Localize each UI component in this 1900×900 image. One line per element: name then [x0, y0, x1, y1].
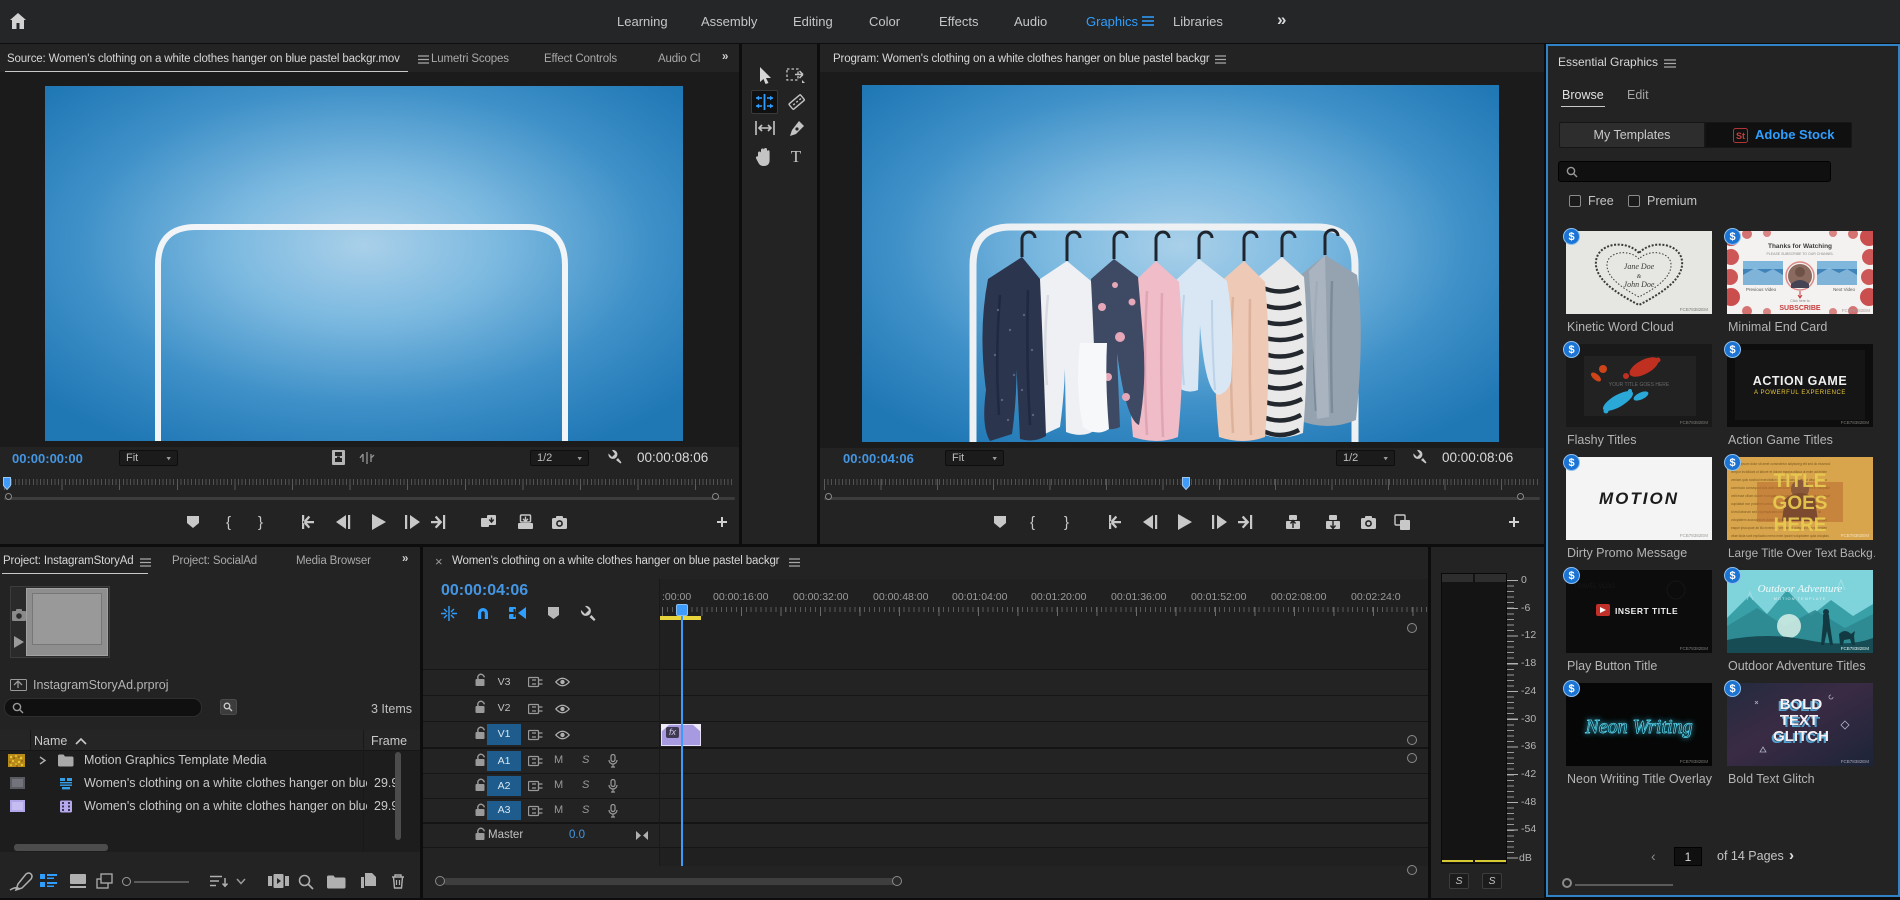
svg-text:}: } — [258, 514, 263, 531]
svg-text:TITLE: TITLE — [1774, 471, 1827, 492]
svg-text:GOES: GOES — [1773, 493, 1828, 514]
svg-text:GLITCH: GLITCH — [1773, 728, 1829, 745]
svg-text:{: { — [1030, 514, 1035, 531]
svg-text:Thanks for Watching: Thanks for Watching — [1768, 243, 1832, 250]
svg-text:}: } — [1064, 514, 1069, 531]
svg-text:FCB78382EM: FCB78382EM — [1680, 759, 1709, 764]
svg-text:FCB78382EM: FCB78382EM — [1841, 759, 1870, 764]
svg-text:FCB78382EM: FCB78382EM — [1680, 307, 1709, 312]
svg-text:Next Video: Next Video — [1833, 287, 1855, 292]
svg-text:SUBSCRIBE: SUBSCRIBE — [1779, 305, 1821, 312]
svg-text:FCB78382EM: FCB78382EM — [1841, 420, 1870, 425]
svg-text:BOLD: BOLD — [1780, 696, 1823, 713]
svg-text:Neon Writing: Neon Writing — [1584, 716, 1692, 738]
svg-text:MOTION TEMPLATE: MOTION TEMPLATE — [1774, 596, 1827, 601]
svg-text:St: St — [1736, 131, 1745, 141]
svg-text:Outdoor Adventure: Outdoor Adventure — [1758, 583, 1843, 595]
svg-text:FCB78382EM: FCB78382EM — [1841, 646, 1870, 651]
svg-text:FCB78382EM: FCB78382EM — [1680, 420, 1709, 425]
svg-text:Previous Video: Previous Video — [1746, 287, 1777, 292]
svg-text:John Doe: John Doe — [1624, 280, 1655, 289]
svg-text:FCB78382EM: FCB78382EM — [1842, 308, 1871, 313]
svg-text:HERE: HERE — [1774, 515, 1827, 536]
svg-text:Lorem ipsum dolor sit amet con: Lorem ipsum dolor sit amet consectetur a… — [1731, 462, 1830, 466]
svg-text:YOUR TITLE GOES HERE: YOUR TITLE GOES HERE — [1609, 382, 1670, 388]
svg-text:PLEASE SUBSCRIBE TO OUR CHANNE: PLEASE SUBSCRIBE TO OUR CHANNEL — [1767, 252, 1834, 256]
svg-text:TEXT: TEXT — [1780, 712, 1818, 729]
svg-text:MOTION: MOTION — [1599, 489, 1679, 508]
svg-text:FCB78382EM: FCB78382EM — [1680, 533, 1709, 538]
svg-text:{: { — [226, 514, 231, 531]
svg-text:T: T — [791, 148, 802, 164]
svg-text:Click here to: Click here to — [1790, 299, 1810, 303]
svg-text:FCB78382EM: FCB78382EM — [1680, 646, 1709, 651]
svg-text:FCB78382EM: FCB78382EM — [1841, 533, 1870, 538]
svg-text:TRAVEL VLOG: TRAVEL VLOG — [1574, 584, 1615, 590]
svg-text:INSERT TITLE: INSERT TITLE — [1615, 606, 1678, 616]
svg-text:ACTION GAME: ACTION GAME — [1753, 374, 1847, 388]
svg-text:Jane Doe: Jane Doe — [1624, 262, 1655, 271]
svg-text:A POWERFUL EXPERIENCE: A POWERFUL EXPERIENCE — [1754, 390, 1846, 396]
